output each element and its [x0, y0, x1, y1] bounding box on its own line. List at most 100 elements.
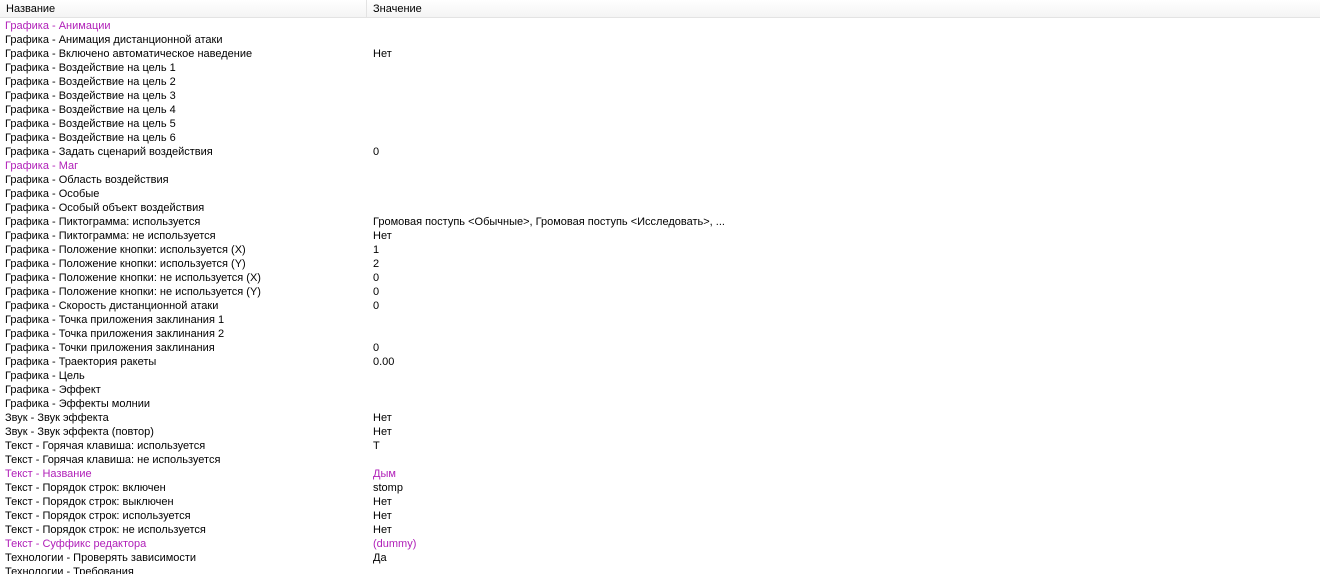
table-row[interactable]: Текст - Название Дым [0, 467, 1320, 481]
field-value [367, 453, 1320, 467]
object-properties-list[interactable]: Название Значение Графика - Анимации Граф… [0, 0, 1320, 574]
field-value [367, 89, 1320, 103]
field-name: Текст - Порядок строк: не используется [5, 524, 206, 536]
field-name: Графика - Задать сценарий воздействия [5, 146, 213, 158]
table-row[interactable]: Текст - Порядок строк: используется Нет [0, 509, 1320, 523]
field-name: Графика - Область воздействия [5, 174, 169, 186]
field-value: Дым [373, 468, 396, 480]
field-value [367, 131, 1320, 145]
field-value [367, 313, 1320, 327]
table-row[interactable]: Звук - Звук эффекта (повтор) Нет [0, 425, 1320, 439]
table-row[interactable]: Графика - Точка приложения заклинания 1 [0, 313, 1320, 327]
table-row[interactable]: Графика - Траектория ракеты 0.00 [0, 355, 1320, 369]
field-value: Нет [373, 412, 392, 424]
table-row[interactable]: Графика - Анимации [0, 19, 1320, 33]
field-value: Нет [373, 524, 392, 536]
field-name: Графика - Точка приложения заклинания 2 [5, 328, 225, 340]
table-row[interactable]: Текст - Порядок строк: включен stomp [0, 481, 1320, 495]
table-row[interactable]: Графика - Воздействие на цель 3 [0, 89, 1320, 103]
field-name: Графика - Анимации [5, 20, 111, 32]
field-name: Текст - Название [5, 468, 92, 480]
table-row[interactable]: Графика - Особый объект воздействия [0, 201, 1320, 215]
field-name: Технологии - Требования [5, 566, 134, 574]
field-value: Нет [373, 496, 392, 508]
table-row[interactable]: Технологии - Проверять зависимости Да [0, 551, 1320, 565]
field-name: Графика - Особый объект воздействия [5, 202, 205, 214]
field-value: Нет [373, 510, 392, 522]
table-row[interactable]: Графика - Положение кнопки: используется… [0, 243, 1320, 257]
table-row[interactable]: Графика - Положение кнопки: не используе… [0, 271, 1320, 285]
table-row[interactable]: Графика - Включено автоматическое наведе… [0, 47, 1320, 61]
field-value: stomp [373, 482, 403, 494]
field-name: Текст - Порядок строк: включен [5, 482, 166, 494]
table-row[interactable]: Текст - Суффикс редактора (dummy) [0, 537, 1320, 551]
field-value [367, 103, 1320, 117]
field-name: Звук - Звук эффекта [5, 412, 109, 424]
field-name: Графика - Маг [5, 160, 79, 172]
table-row[interactable]: Текст - Порядок строк: не используется Не… [0, 523, 1320, 537]
column-header-value[interactable]: Значение [367, 0, 1320, 18]
table-row[interactable]: Графика - Пиктограмма: не используется Не… [0, 229, 1320, 243]
field-name: Текст - Горячая клавиша: используется [5, 440, 206, 452]
table-row[interactable]: Графика - Цель [0, 369, 1320, 383]
field-name: Текст - Порядок строк: выключен [5, 496, 174, 508]
field-value [367, 61, 1320, 75]
table-row[interactable]: Графика - Пиктограмма: используется Громо… [0, 215, 1320, 229]
field-name: Графика - Воздействие на цель 3 [5, 90, 176, 102]
field-value: Громовая поступь <Обычные>, Громовая пос… [373, 216, 725, 228]
table-row[interactable]: Технологии - Требования [0, 565, 1320, 574]
table-row[interactable]: Графика - Анимация дистанционной атаки [0, 33, 1320, 47]
field-name: Графика - Особые [5, 188, 100, 200]
field-name: Графика - Воздействие на цель 2 [5, 76, 176, 88]
field-value [367, 327, 1320, 341]
field-name: Графика - Положение кнопки: используется… [5, 258, 246, 270]
field-name: Текст - Горячая клавиша: не используется [5, 454, 221, 466]
table-row[interactable]: Графика - Точка приложения заклинания 2 [0, 327, 1320, 341]
table-row[interactable]: Графика - Маг [0, 159, 1320, 173]
table-row[interactable]: Графика - Скорость дистанционной атаки 0 [0, 299, 1320, 313]
field-name: Графика - Траектория ракеты [5, 356, 157, 368]
table-row[interactable]: Графика - Воздействие на цель 6 [0, 131, 1320, 145]
field-value [367, 117, 1320, 131]
field-name: Текст - Суффикс редактора [5, 538, 147, 550]
table-row[interactable]: Графика - Задать сценарий воздействия 0 [0, 145, 1320, 159]
field-value [367, 173, 1320, 187]
field-name: Графика - Воздействие на цель 6 [5, 132, 176, 144]
field-value [367, 369, 1320, 383]
table-row[interactable]: Текст - Горячая клавиша: используется T [0, 439, 1320, 453]
field-name: Графика - Точка приложения заклинания 1 [5, 314, 225, 326]
table-row[interactable]: Графика - Область воздействия [0, 173, 1320, 187]
field-value [367, 383, 1320, 397]
field-value: 0 [373, 146, 380, 158]
table-row[interactable]: Звук - Звук эффекта Нет [0, 411, 1320, 425]
field-name: Графика - Положение кнопки: не используе… [5, 286, 261, 298]
column-header-name[interactable]: Название [0, 0, 367, 18]
field-value [367, 397, 1320, 411]
table-row[interactable]: Графика - Воздействие на цель 5 [0, 117, 1320, 131]
table-row[interactable]: Текст - Горячая клавиша: не используется [0, 453, 1320, 467]
table-row[interactable]: Графика - Положение кнопки: не используе… [0, 285, 1320, 299]
field-value [367, 75, 1320, 89]
field-value: Нет [373, 426, 392, 438]
table-row[interactable]: Графика - Воздействие на цель 1 [0, 61, 1320, 75]
table-row[interactable]: Графика - Точки приложения заклинания 0 [0, 341, 1320, 355]
field-value: 0.00 [373, 356, 395, 368]
field-name: Текст - Порядок строк: используется [5, 510, 191, 522]
field-value: T [373, 440, 380, 452]
table-row[interactable]: Графика - Воздействие на цель 2 [0, 75, 1320, 89]
table-row[interactable]: Графика - Воздействие на цель 4 [0, 103, 1320, 117]
table-row[interactable]: Графика - Эффекты молнии [0, 397, 1320, 411]
field-value: Нет [373, 230, 392, 242]
field-value: 0 [373, 272, 380, 284]
table-row[interactable]: Графика - Особые [0, 187, 1320, 201]
table-row[interactable]: Графика - Положение кнопки: используется… [0, 257, 1320, 271]
table-row[interactable]: Графика - Эффект [0, 383, 1320, 397]
field-value [367, 19, 1320, 33]
table-row[interactable]: Текст - Порядок строк: выключен Нет [0, 495, 1320, 509]
field-value [367, 565, 1320, 574]
field-name: Графика - Воздействие на цель 5 [5, 118, 176, 130]
field-value: Нет [373, 48, 392, 60]
field-value [367, 187, 1320, 201]
field-name: Графика - Эффект [5, 384, 101, 396]
field-name: Графика - Включено автоматическое наведе… [5, 48, 253, 60]
